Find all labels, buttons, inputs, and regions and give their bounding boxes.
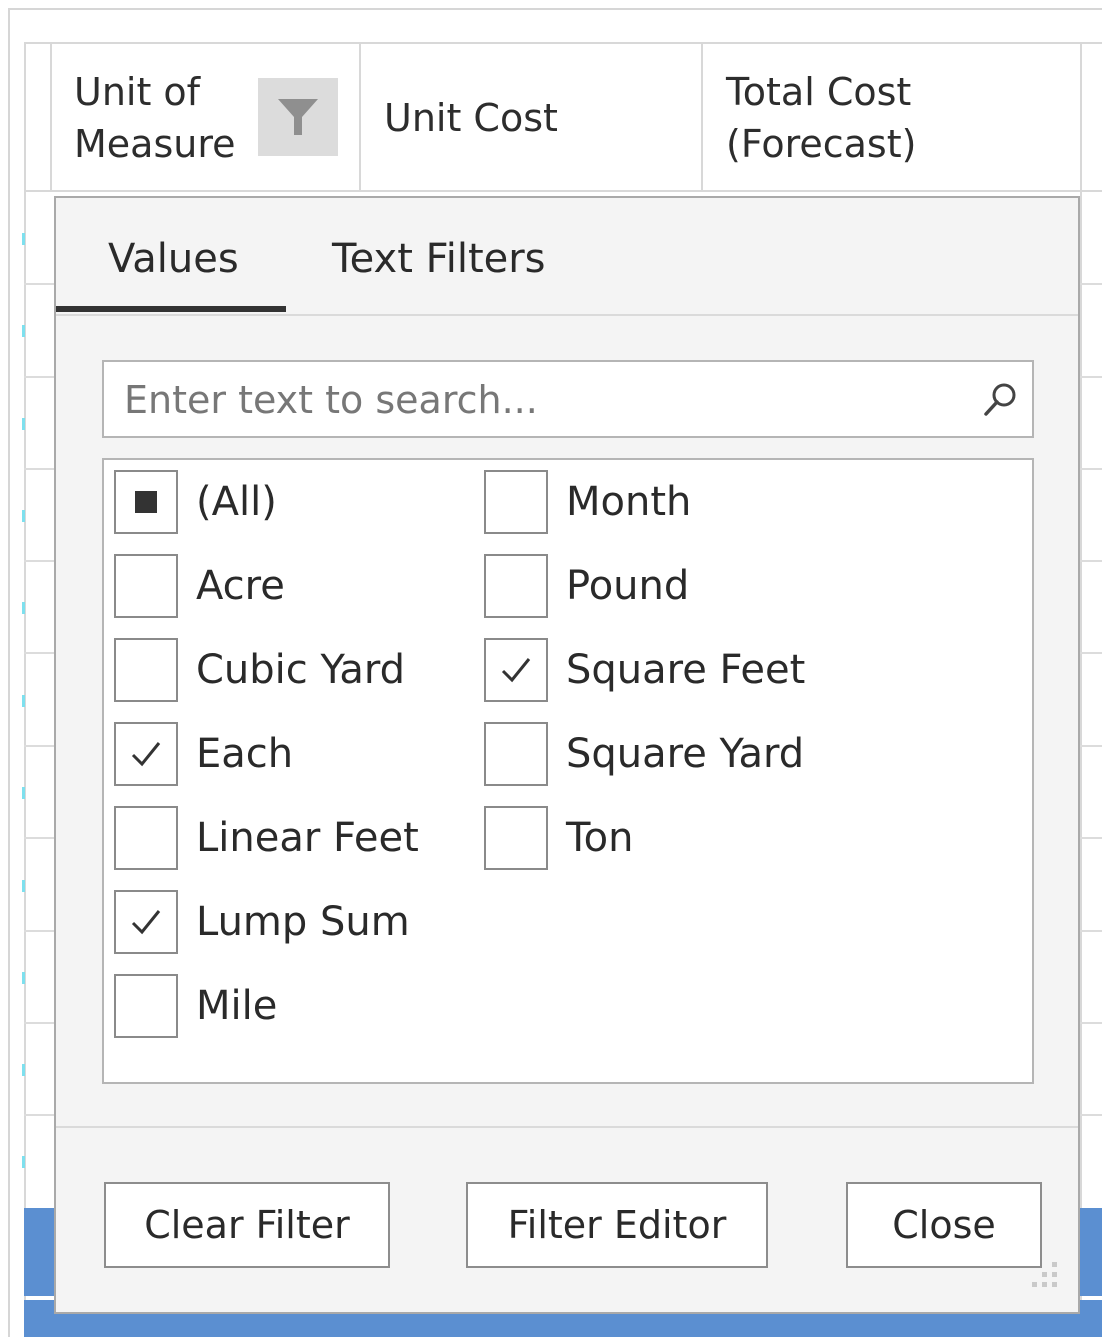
value-item-label: Acre [196,563,285,609]
value-item[interactable]: Month [484,470,691,534]
row-divider [1080,560,1102,562]
close-button[interactable]: Close [846,1182,1042,1268]
value-item-label: Cubic Yard [196,647,406,693]
column-header-label: Measure [74,122,236,166]
cell-marker [22,602,25,614]
value-checkbox[interactable] [484,554,548,618]
value-checkbox[interactable] [484,722,548,786]
cell-marker [22,418,25,430]
value-checkbox[interactable] [484,638,548,702]
tab-values[interactable]: Values [108,234,239,284]
row-divider [1080,1114,1102,1116]
row-divider [24,1114,54,1116]
value-item[interactable]: Cubic Yard [114,638,405,702]
search-box[interactable] [102,360,1034,438]
row-divider [1080,376,1102,378]
column-header-label: Total Cost [726,70,912,114]
value-item-label: Square Feet [566,647,806,693]
column-header-unit-of-measure[interactable]: Unit of Measure [74,66,236,170]
cell-marker [22,325,25,337]
indeterminate-icon [135,491,157,513]
checkmark-icon [131,742,161,767]
resize-grip-icon[interactable] [1028,1260,1062,1294]
row-divider [1080,468,1102,470]
value-item[interactable]: Ton [484,806,633,870]
funnel-icon [278,99,318,135]
row-divider [24,376,54,378]
column-header-total-cost[interactable]: Total Cost (Forecast) [726,66,916,170]
value-checkbox[interactable] [114,722,178,786]
filter-footer: Clear Filter Filter Editor Close [56,1126,1078,1312]
cell-marker [22,695,25,707]
row-divider [24,652,54,654]
value-item-label: Month [566,479,692,525]
row-divider [24,468,54,470]
grid-right-border [1080,42,1082,1337]
value-item[interactable]: Linear Feet [114,806,419,870]
value-checkbox[interactable] [114,890,178,954]
value-item-label: Linear Feet [196,815,419,861]
value-item-label: Ton [566,815,634,861]
tab-text-filters[interactable]: Text Filters [332,234,546,284]
row-divider [1080,930,1102,932]
value-item[interactable]: Each [114,722,293,786]
cell-marker [22,233,25,245]
clear-filter-button[interactable]: Clear Filter [104,1182,390,1268]
value-item[interactable]: Pound [484,554,689,618]
value-checklist: (All) Acre Cubic Yard Each Linear Feet Lump S… [102,458,1034,1084]
filter-editor-button[interactable]: Filter Editor [466,1182,768,1268]
value-checkbox[interactable] [484,470,548,534]
value-checkbox[interactable] [114,974,178,1038]
value-checkbox[interactable] [114,638,178,702]
value-item-label: (All) [196,479,277,525]
row-divider [1080,837,1102,839]
value-checkbox[interactable] [114,806,178,870]
column-divider [359,42,361,192]
search-input[interactable] [124,372,964,428]
value-item[interactable]: Square Yard [484,722,804,786]
column-header-label: (Forecast) [726,122,917,166]
cell-marker [22,787,25,799]
row-divider [24,930,54,932]
column-header-unit-cost[interactable]: Unit Cost [384,92,558,144]
row-divider [24,1022,54,1024]
filter-popup: Values Text Filters (All) Acre Cubic Yard E… [54,196,1080,1314]
row-divider [1080,652,1102,654]
row-divider [24,837,54,839]
checkmark-icon [131,910,161,935]
value-checkbox[interactable] [114,470,178,534]
column-header-label: Unit Cost [384,96,558,140]
row-divider [1080,283,1102,285]
cell-marker [22,972,25,984]
value-item-label: Square Yard [566,731,805,777]
filter-tab-bar: Values Text Filters [56,198,1078,316]
row-divider [24,560,54,562]
cell-marker [22,1064,25,1076]
value-item-label: Mile [196,983,278,1029]
value-item[interactable]: Square Feet [484,638,805,702]
column-filter-button[interactable] [258,78,338,156]
active-tab-indicator [56,306,286,312]
cell-marker [22,1156,25,1168]
row-divider [24,283,54,285]
value-checkbox[interactable] [114,554,178,618]
row-divider [1080,745,1102,747]
value-item[interactable]: Lump Sum [114,890,410,954]
column-divider [50,42,52,192]
value-item-label: Pound [566,563,690,609]
value-item[interactable]: Acre [114,554,285,618]
value-item[interactable]: Mile [114,974,277,1038]
value-item[interactable]: (All) [114,470,277,534]
value-item-label: Lump Sum [196,899,410,945]
checkmark-icon [501,658,531,683]
cell-marker [22,510,25,522]
column-divider [701,42,703,192]
search-icon[interactable] [980,380,1020,420]
cell-marker [22,880,25,892]
value-checkbox[interactable] [484,806,548,870]
column-header-label: Unit of [74,70,201,114]
row-divider [24,745,54,747]
value-item-label: Each [196,731,294,777]
row-divider [1080,1022,1102,1024]
